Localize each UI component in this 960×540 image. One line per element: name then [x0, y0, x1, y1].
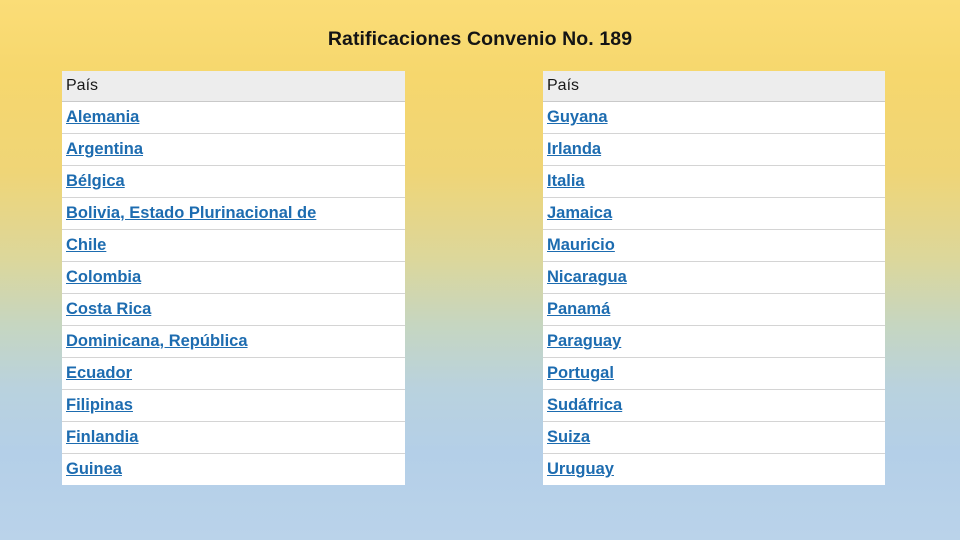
country-cell: Colombia	[62, 261, 405, 294]
country-link[interactable]: Irlanda	[547, 140, 601, 158]
country-link[interactable]: Guyana	[547, 108, 608, 126]
country-cell: Mauricio	[543, 229, 885, 262]
table-row: Dominicana, República	[62, 325, 405, 358]
country-link[interactable]: Chile	[66, 236, 106, 254]
table-row: Ecuador	[62, 357, 405, 390]
country-cell: Suiza	[543, 421, 885, 454]
table-row: Jamaica	[543, 197, 885, 230]
table-row: Bolivia, Estado Plurinacional de	[62, 197, 405, 230]
country-cell: Uruguay	[543, 454, 885, 486]
table-row: Argentina	[62, 133, 405, 166]
table-header-row: País	[543, 71, 885, 102]
country-table-left-head: País	[62, 71, 405, 102]
table-row: Guinea	[62, 454, 405, 486]
country-link[interactable]: Suiza	[547, 428, 590, 446]
country-link[interactable]: Uruguay	[547, 460, 614, 478]
country-link[interactable]: Argentina	[66, 140, 143, 158]
country-link[interactable]: Bélgica	[66, 172, 125, 190]
country-cell: Paraguay	[543, 325, 885, 358]
table-row: Portugal	[543, 357, 885, 390]
country-cell: Bélgica	[62, 165, 405, 198]
page-title: Ratificaciones Convenio No. 189	[327, 28, 633, 50]
country-link[interactable]: Bolivia, Estado Plurinacional de	[66, 204, 316, 222]
table-row: Finlandia	[62, 421, 405, 454]
country-link[interactable]: Colombia	[66, 268, 141, 286]
country-table-right: País Guyana Irlanda Italia Jamaica Mauricio N…	[543, 71, 885, 485]
table-row: Nicaragua	[543, 261, 885, 294]
country-cell: Bolivia, Estado Plurinacional de	[62, 197, 405, 230]
country-link[interactable]: Paraguay	[547, 332, 621, 350]
country-cell: Costa Rica	[62, 293, 405, 326]
country-cell: Alemania	[62, 101, 405, 134]
country-cell: Italia	[543, 165, 885, 198]
country-cell: Ecuador	[62, 357, 405, 390]
country-link[interactable]: Italia	[547, 172, 585, 190]
column-header-pais: País	[62, 71, 405, 102]
table-row: Uruguay	[543, 454, 885, 486]
column-header-pais: País	[543, 71, 885, 102]
table-row: Panamá	[543, 293, 885, 326]
country-cell: Jamaica	[543, 197, 885, 230]
country-cell: Argentina	[62, 133, 405, 166]
table-row: Guyana	[543, 101, 885, 134]
country-cell: Guyana	[543, 101, 885, 134]
table-row: Italia	[543, 165, 885, 198]
country-link[interactable]: Jamaica	[547, 204, 612, 222]
country-link[interactable]: Nicaragua	[547, 268, 627, 286]
country-link[interactable]: Mauricio	[547, 236, 615, 254]
country-link[interactable]: Costa Rica	[66, 300, 151, 318]
table-row: Alemania	[62, 101, 405, 134]
country-table-left-body: Alemania Argentina Bélgica Bolivia, Estado …	[62, 101, 405, 486]
country-table-right-body: Guyana Irlanda Italia Jamaica Mauricio Nicara…	[543, 101, 885, 486]
country-link[interactable]: Guinea	[66, 460, 122, 478]
table-row: Sudáfrica	[543, 389, 885, 422]
country-link[interactable]: Sudáfrica	[547, 396, 622, 414]
country-link[interactable]: Panamá	[547, 300, 610, 318]
table-row: Filipinas	[62, 389, 405, 422]
country-cell: Chile	[62, 229, 405, 262]
country-cell: Irlanda	[543, 133, 885, 166]
table-row: Bélgica	[62, 165, 405, 198]
table-row: Suiza	[543, 421, 885, 454]
table-header-row: País	[62, 71, 405, 102]
country-link[interactable]: Filipinas	[66, 396, 133, 414]
country-cell: Finlandia	[62, 421, 405, 454]
country-table-left: País Alemania Argentina Bélgica Bolivia, Es…	[62, 71, 405, 485]
country-cell: Panamá	[543, 293, 885, 326]
country-cell: Nicaragua	[543, 261, 885, 294]
table-row: Chile	[62, 229, 405, 262]
table-row: Mauricio	[543, 229, 885, 262]
country-cell: Guinea	[62, 454, 405, 486]
slide-canvas: Ratificaciones Convenio No. 189 País Ale…	[0, 0, 960, 540]
country-table-right-head: País	[543, 71, 885, 102]
table-row: Irlanda	[543, 133, 885, 166]
country-link[interactable]: Ecuador	[66, 364, 132, 382]
country-link[interactable]: Alemania	[66, 108, 139, 126]
country-link[interactable]: Finlandia	[66, 428, 138, 446]
country-cell: Dominicana, República	[62, 325, 405, 358]
country-cell: Sudáfrica	[543, 389, 885, 422]
country-link[interactable]: Dominicana, República	[66, 332, 248, 350]
country-cell: Filipinas	[62, 389, 405, 422]
table-row: Costa Rica	[62, 293, 405, 326]
country-cell: Portugal	[543, 357, 885, 390]
table-row: Colombia	[62, 261, 405, 294]
country-link[interactable]: Portugal	[547, 364, 614, 382]
table-row: Paraguay	[543, 325, 885, 358]
